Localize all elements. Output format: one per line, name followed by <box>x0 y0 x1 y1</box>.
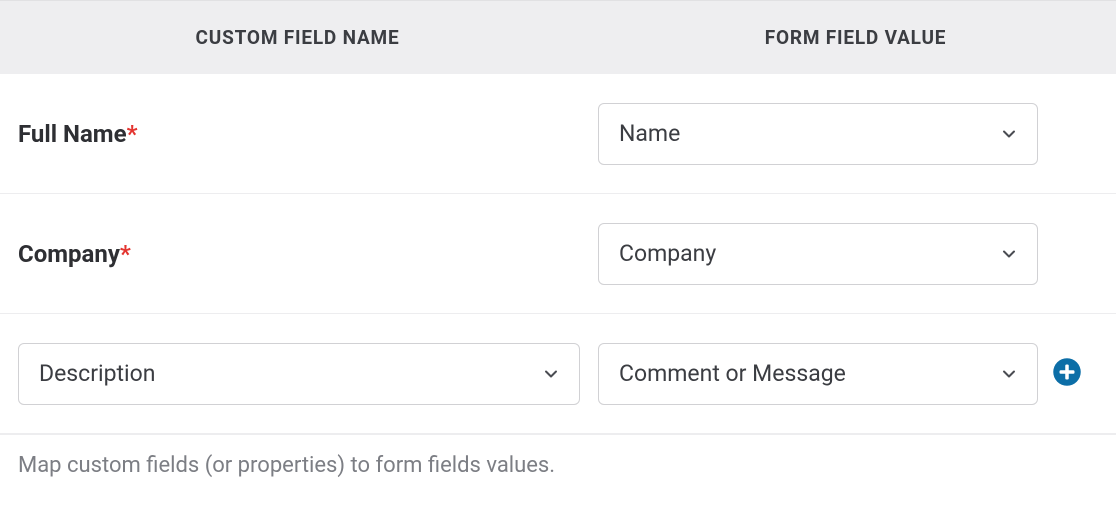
form-field-cell: Name <box>598 103 1098 165</box>
helper-text: Map custom fields (or properties) to for… <box>18 453 1098 478</box>
select-value: Name <box>619 120 680 147</box>
select-value: Company <box>619 240 716 267</box>
custom-field-select-description[interactable]: Description <box>18 343 580 405</box>
field-label-text: Full Name <box>18 120 127 148</box>
form-field-select-company[interactable]: Company <box>598 223 1038 285</box>
required-asterisk: * <box>127 120 138 148</box>
custom-field-cell: Full Name* <box>18 120 598 148</box>
chevron-down-icon <box>541 364 561 384</box>
required-asterisk: * <box>120 240 131 268</box>
helper-row: Map custom fields (or properties) to for… <box>0 434 1116 478</box>
header-custom-field-name: CUSTOM FIELD NAME <box>0 26 595 49</box>
table-row: Full Name* Name <box>0 74 1116 194</box>
chevron-down-icon <box>999 124 1019 144</box>
select-value: Description <box>39 360 155 387</box>
field-mapping-table: CUSTOM FIELD NAME FORM FIELD VALUE Full … <box>0 0 1116 478</box>
add-row-button[interactable] <box>1052 359 1082 389</box>
field-label-text: Company <box>18 240 120 268</box>
field-label-full-name: Full Name* <box>18 120 137 148</box>
header-form-field-value: FORM FIELD VALUE <box>595 26 1116 49</box>
select-value: Comment or Message <box>619 360 846 387</box>
table-row: Description Comment or Message <box>0 314 1116 434</box>
field-label-company: Company* <box>18 240 131 268</box>
table-header-row: CUSTOM FIELD NAME FORM FIELD VALUE <box>0 0 1116 74</box>
form-field-select-name[interactable]: Name <box>598 103 1038 165</box>
chevron-down-icon <box>999 364 1019 384</box>
chevron-down-icon <box>999 244 1019 264</box>
custom-field-cell: Company* <box>18 240 598 268</box>
form-field-select-comment[interactable]: Comment or Message <box>598 343 1038 405</box>
plus-circle-icon <box>1052 357 1082 391</box>
custom-field-cell: Description <box>18 343 598 405</box>
form-field-cell: Comment or Message <box>598 343 1098 405</box>
form-field-cell: Company <box>598 223 1098 285</box>
table-row: Company* Company <box>0 194 1116 314</box>
